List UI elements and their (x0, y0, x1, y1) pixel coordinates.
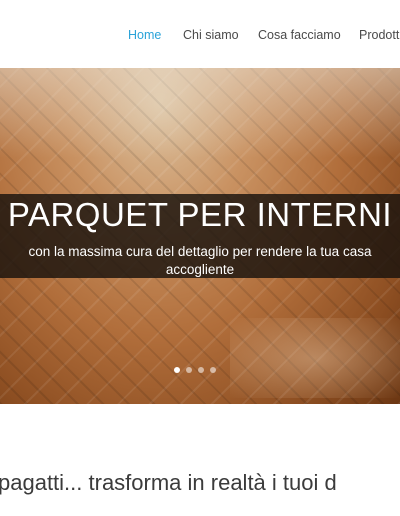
slider-dots (174, 367, 216, 375)
slider-dot-4[interactable] (210, 367, 216, 373)
nav-item-cosa-facciamo[interactable]: Cosa facciamo (258, 28, 341, 42)
slider-dot-3[interactable] (198, 367, 204, 373)
slide-subtitle-line1: con la massima cura del dettaglio per re… (28, 244, 372, 259)
hero-image (0, 68, 400, 158)
slide-subtitle: con la massima cura del dettaglio per re… (0, 243, 400, 279)
slide-subtitle-line2: accogliente (165, 262, 235, 277)
page-headline: pagatti... trasforma in realtà i tuoi d (0, 470, 337, 495)
slider-dot-1[interactable] (174, 367, 180, 373)
hero-image-highlight (230, 318, 400, 398)
main-nav: Home Chi siamo Cosa facciamo Prodott (0, 0, 400, 68)
slide-title: PARQUET PER INTERNI (7, 196, 393, 233)
nav-item-prodotti[interactable]: Prodott (359, 28, 399, 42)
slider-dot-2[interactable] (186, 367, 192, 373)
nav-item-chi-siamo[interactable]: Chi siamo (183, 28, 239, 42)
nav-item-home[interactable]: Home (128, 28, 161, 42)
hero-slider: PARQUET PER INTERNI con la massima cura … (0, 68, 400, 404)
